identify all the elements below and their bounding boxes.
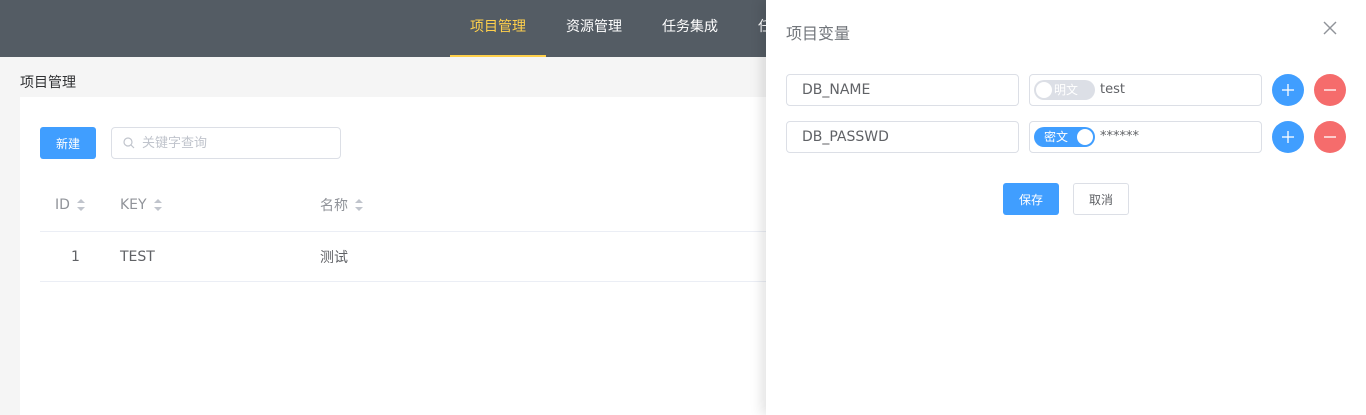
encrypt-toggle[interactable]: 明文: [1034, 80, 1095, 100]
add-variable-button[interactable]: [1272, 121, 1304, 153]
plus-icon: [1282, 131, 1294, 143]
search-box: [111, 127, 341, 159]
cancel-button[interactable]: 取消: [1073, 183, 1129, 215]
toggle-knob: [1036, 82, 1052, 98]
breadcrumb: 项目管理: [20, 75, 76, 91]
close-icon[interactable]: [1322, 20, 1338, 36]
variable-key-input[interactable]: [786, 121, 1019, 153]
column-header-id[interactable]: ID: [55, 179, 86, 231]
table-row[interactable]: 1 TEST 测试: [40, 232, 780, 282]
content-card: 新建 ID KEY 名称 1 TEST 测试: [20, 97, 780, 415]
variable-value-text: ******: [1100, 129, 1139, 144]
column-header-label: 名称: [320, 198, 348, 214]
column-header-label: ID: [55, 197, 70, 213]
search-input[interactable]: [142, 128, 337, 158]
cell-name: 测试: [320, 249, 348, 266]
remove-variable-button[interactable]: [1314, 121, 1346, 153]
add-variable-button[interactable]: [1272, 74, 1304, 106]
variable-row: 密文 ******: [786, 121, 1346, 153]
table-header: ID KEY 名称: [40, 179, 780, 232]
new-button[interactable]: 新建: [40, 127, 96, 159]
column-header-label: KEY: [120, 197, 147, 213]
main-menu: 项目管理 资源管理 任务集成 任: [450, 0, 792, 57]
toggle-knob: [1077, 129, 1093, 145]
toggle-label: 明文: [1054, 83, 1079, 97]
encrypt-toggle[interactable]: 密文: [1034, 127, 1095, 147]
nav-item-project-management[interactable]: 项目管理: [450, 0, 546, 57]
project-variables-drawer: 项目变量 明文 test 密文 ******: [766, 0, 1366, 415]
search-icon: [123, 137, 135, 149]
minus-icon: [1324, 89, 1336, 91]
nav-item-task-integration[interactable]: 任务集成: [642, 0, 738, 57]
column-header-key[interactable]: KEY: [120, 179, 163, 231]
minus-icon: [1324, 136, 1336, 138]
cell-id: 1: [71, 248, 80, 265]
variable-row: 明文 test: [786, 74, 1346, 106]
sort-icon[interactable]: [354, 198, 364, 212]
nav-item-resource-management[interactable]: 资源管理: [546, 0, 642, 57]
variable-value-text: test: [1100, 82, 1125, 97]
variable-value-input[interactable]: 密文 ******: [1029, 121, 1262, 153]
cell-key: TEST: [120, 248, 155, 265]
sort-icon[interactable]: [76, 198, 86, 212]
toggle-label: 密文: [1044, 130, 1069, 144]
column-header-name[interactable]: 名称: [320, 179, 364, 231]
variable-key-input[interactable]: [786, 74, 1019, 106]
drawer-title: 项目变量: [786, 24, 851, 43]
remove-variable-button[interactable]: [1314, 74, 1346, 106]
sort-icon[interactable]: [153, 198, 163, 212]
plus-icon: [1282, 84, 1294, 96]
variable-value-input[interactable]: 明文 test: [1029, 74, 1262, 106]
save-button[interactable]: 保存: [1003, 183, 1059, 215]
